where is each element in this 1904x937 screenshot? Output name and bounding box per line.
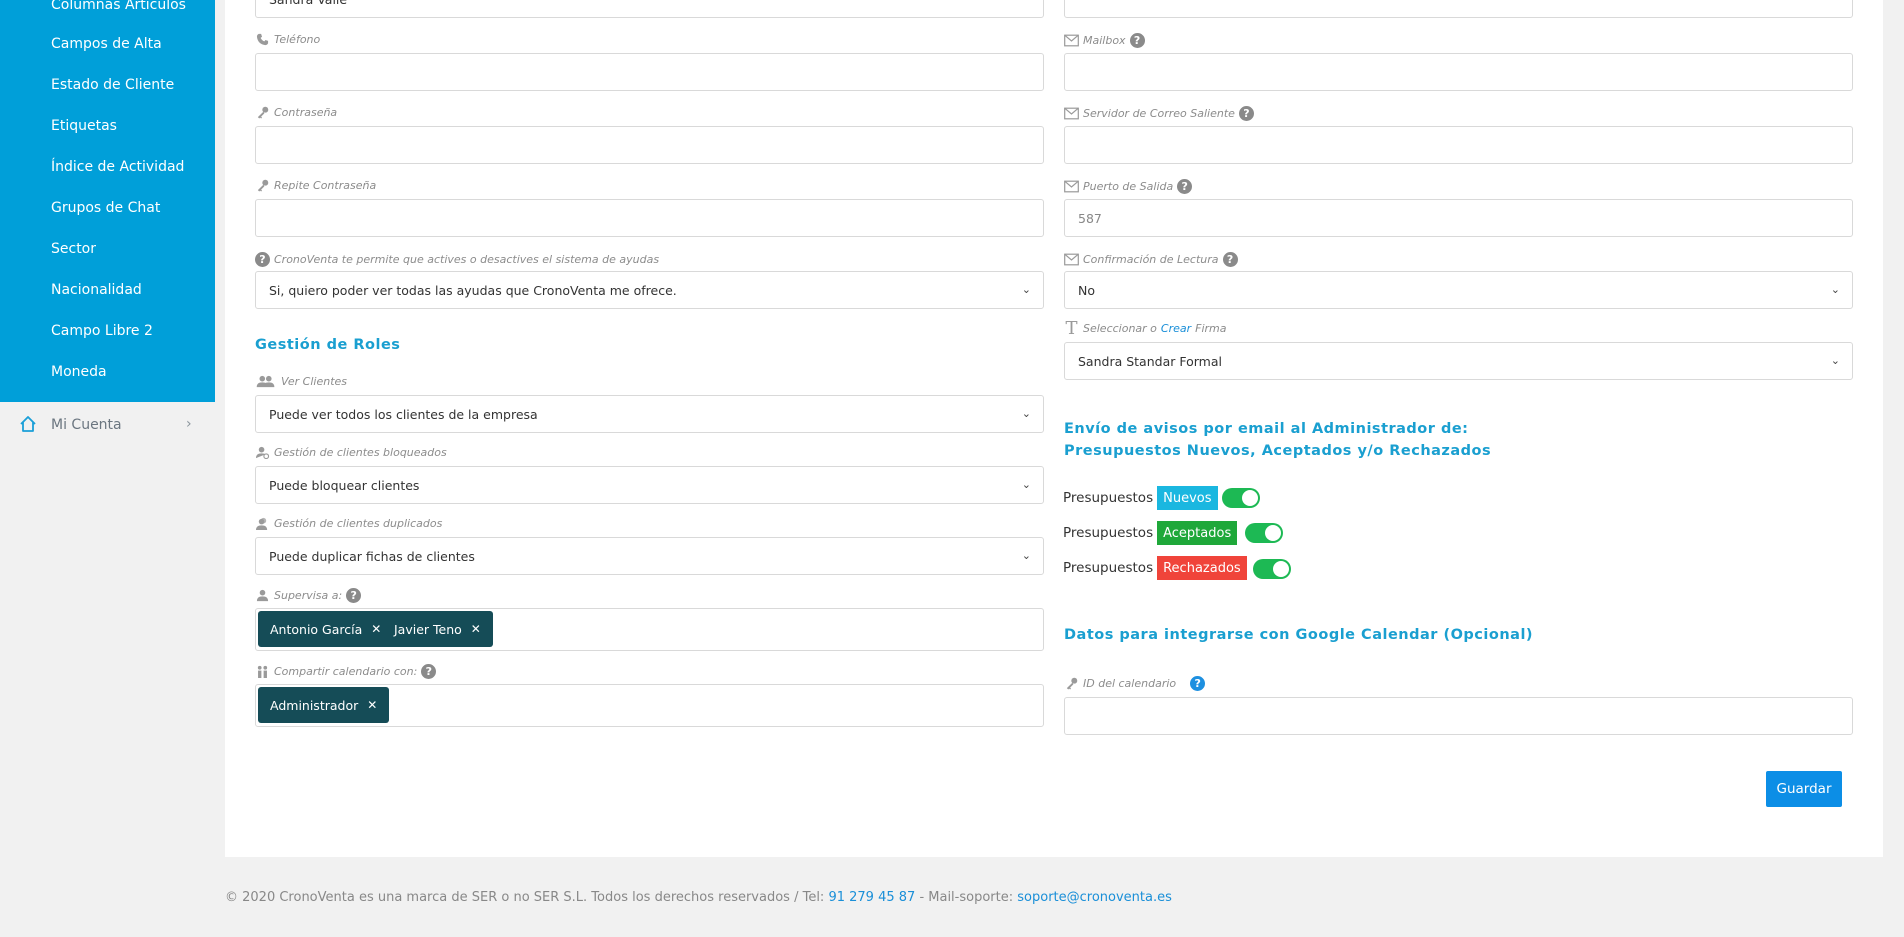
help-system-select[interactable]: Si, quiero poder ver todas las ayudas qu… xyxy=(255,271,1044,309)
toggle-row-rechazados: Presupuestos Rechazados xyxy=(1063,556,1247,580)
people-icon xyxy=(257,665,268,678)
help-icon[interactable]: ? xyxy=(1238,106,1254,121)
calendar-id-label: ID del calendario ? xyxy=(1064,676,1206,691)
chevron-down-icon: ⌄ xyxy=(1021,283,1031,296)
sidebar-item-etiquetas[interactable]: Etiquetas xyxy=(51,118,117,134)
name-field[interactable]: Sandra Valle xyxy=(255,0,1044,18)
sidebar-item-campos-de-alta[interactable]: Campos de Alta xyxy=(51,36,162,52)
chevron-down-icon: ⌄ xyxy=(1830,354,1840,367)
share-calendar-tag: Administrador ✕ xyxy=(258,687,390,723)
view-clients-label: Ver Clientes xyxy=(255,375,347,388)
sidebar-item-mi-cuenta[interactable]: Mi Cuenta › xyxy=(0,402,215,448)
mailbox-field[interactable] xyxy=(1064,53,1853,91)
sidebar-menu: Columnas Articulos Campos de Alta Estado… xyxy=(0,0,215,402)
view-clients-select[interactable]: Puede ver todos los clientes de la empre… xyxy=(255,395,1044,433)
badge-rechazados: Rechazados xyxy=(1157,556,1247,580)
create-signature-link[interactable]: Crear xyxy=(1161,322,1191,335)
help-system-label: ? CronoVenta te permite que actives o de… xyxy=(255,252,659,267)
remove-tag-icon[interactable]: ✕ xyxy=(471,622,481,636)
text-icon: T xyxy=(1065,318,1078,339)
calendar-id-field[interactable] xyxy=(1064,697,1853,735)
sidebar: Columnas Articulos Campos de Alta Estado… xyxy=(0,0,215,937)
user-block-icon xyxy=(256,446,270,459)
user-form-panel: Sandra Valle Teléfono Contraseña Repite … xyxy=(225,0,1883,857)
notify-title-line-2: Presupuestos Nuevos, Aceptados y/o Recha… xyxy=(1064,443,1492,459)
sidebar-item-nacionalidad[interactable]: Nacionalidad xyxy=(51,282,142,298)
chevron-down-icon: ⌄ xyxy=(1021,478,1031,491)
toggle-nuevos[interactable] xyxy=(1222,488,1260,508)
sidebar-item-label: Mi Cuenta xyxy=(51,417,122,433)
read-receipt-label: Confirmación de Lectura ? xyxy=(1064,252,1238,267)
envelope-icon xyxy=(1064,180,1079,193)
share-calendar-label: Compartir calendario con: ? xyxy=(255,664,437,679)
password-field[interactable] xyxy=(255,126,1044,164)
key-icon xyxy=(257,106,269,119)
key-icon xyxy=(257,179,269,192)
key-icon xyxy=(1066,677,1078,690)
toggle-row-aceptados: Presupuestos Aceptados xyxy=(1063,521,1238,545)
badge-aceptados: Aceptados xyxy=(1157,521,1238,545)
duplicate-clients-label: Gestión de clientes duplicados xyxy=(255,517,442,530)
toggle-aceptados[interactable] xyxy=(1245,523,1283,543)
password-label: Contraseña xyxy=(255,106,337,119)
help-icon[interactable]: ? xyxy=(1190,676,1206,691)
home-icon xyxy=(20,416,36,432)
supervises-tag: Javier Teno ✕ xyxy=(382,611,493,647)
read-receipt-select[interactable]: No ⌄ xyxy=(1064,271,1853,309)
sidebar-item-indice-de-actividad[interactable]: Índice de Actividad xyxy=(51,159,184,175)
password-repeat-label: Repite Contraseña xyxy=(255,179,376,192)
sidebar-item-columnas-articulos[interactable]: Columnas Articulos xyxy=(51,0,186,13)
toggle-row-nuevos: Presupuestos Nuevos xyxy=(1063,486,1218,510)
help-icon[interactable]: ? xyxy=(1129,33,1145,48)
phone-icon xyxy=(256,33,269,46)
help-icon[interactable]: ? xyxy=(1177,179,1193,194)
out-port-field[interactable]: 587 xyxy=(1064,199,1853,237)
remove-tag-icon[interactable]: ✕ xyxy=(371,622,381,636)
sidebar-item-grupos-de-chat[interactable]: Grupos de Chat xyxy=(51,200,160,216)
out-port-label: Puerto de Salida ? xyxy=(1064,179,1193,194)
save-button[interactable]: Guardar xyxy=(1766,771,1842,807)
footer: © 2020 CronoVenta es una marca de SER o … xyxy=(225,890,1172,905)
help-icon[interactable]: ? xyxy=(255,252,270,267)
sidebar-item-campo-libre-2[interactable]: Campo Libre 2 xyxy=(51,323,153,339)
chevron-down-icon: ⌄ xyxy=(1021,407,1031,420)
remove-tag-icon[interactable]: ✕ xyxy=(367,698,377,712)
signature-label: T Seleccionar o Crear Firma xyxy=(1065,318,1227,339)
blocked-clients-label: Gestión de clientes bloqueados xyxy=(255,446,447,459)
duplicate-clients-select[interactable]: Puede duplicar fichas de clientes ⌄ xyxy=(255,537,1044,575)
help-icon[interactable]: ? xyxy=(421,664,437,679)
phone-field[interactable] xyxy=(255,53,1044,91)
notify-title-line-1: Envío de avisos por email al Administrad… xyxy=(1064,421,1469,437)
blocked-clients-select[interactable]: Puede bloquear clientes ⌄ xyxy=(255,466,1044,504)
chevron-right-icon: › xyxy=(186,416,192,432)
gcal-section-title: Datos para integrarse con Google Calenda… xyxy=(1064,627,1534,643)
user-duplicate-icon xyxy=(256,517,268,530)
sidebar-item-sector[interactable]: Sector xyxy=(51,241,96,257)
chevron-down-icon: ⌄ xyxy=(1830,283,1840,296)
sidebar-item-estado-de-cliente[interactable]: Estado de Cliente xyxy=(51,77,174,93)
smtp-server-field[interactable] xyxy=(1064,126,1853,164)
help-icon[interactable]: ? xyxy=(1222,252,1238,267)
users-icon xyxy=(256,375,275,388)
email-field[interactable] xyxy=(1064,0,1853,18)
mailbox-label: Mailbox ? xyxy=(1064,33,1145,48)
password-repeat-field[interactable] xyxy=(255,199,1044,237)
smtp-server-label: Servidor de Correo Saliente ? xyxy=(1064,106,1254,121)
envelope-icon xyxy=(1064,34,1079,47)
chevron-down-icon: ⌄ xyxy=(1021,549,1031,562)
supervises-label: Supervisa a: ? xyxy=(255,588,362,603)
phone-label: Teléfono xyxy=(255,33,320,46)
envelope-icon xyxy=(1064,253,1079,266)
help-icon[interactable]: ? xyxy=(346,588,362,603)
footer-email-link[interactable]: soporte@cronoventa.es xyxy=(1017,890,1172,905)
roles-section-title: Gestión de Roles xyxy=(255,337,401,353)
envelope-icon xyxy=(1064,107,1079,120)
signature-select[interactable]: Sandra Standar Formal ⌄ xyxy=(1064,342,1853,380)
supervises-tag: Antonio García ✕ xyxy=(258,611,394,647)
sidebar-item-moneda[interactable]: Moneda xyxy=(51,364,107,380)
user-icon xyxy=(256,589,269,602)
toggle-rechazados[interactable] xyxy=(1253,559,1291,579)
badge-nuevos: Nuevos xyxy=(1157,486,1218,510)
footer-phone-link[interactable]: 91 279 45 87 xyxy=(828,890,915,905)
